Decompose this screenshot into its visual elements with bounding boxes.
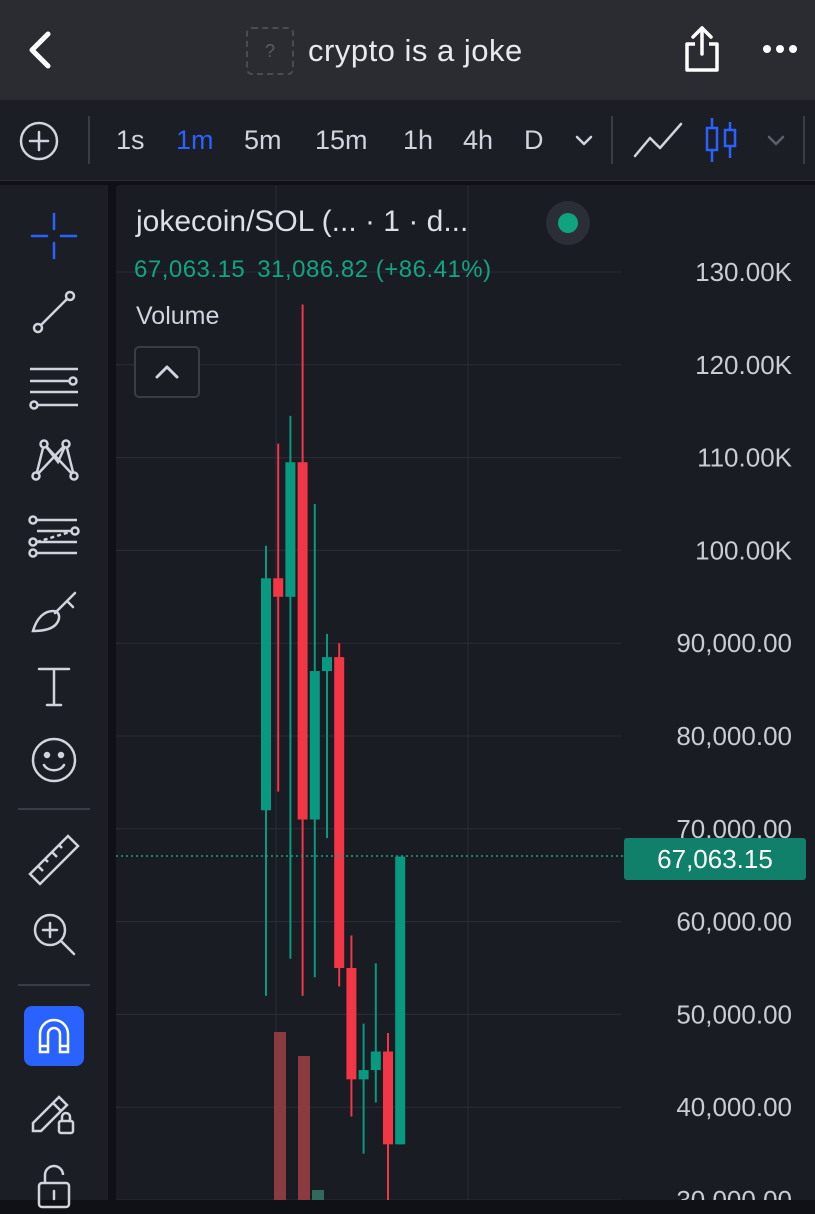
- page-title-group[interactable]: ? crypto is a joke: [246, 26, 523, 76]
- sidebar-divider: [18, 984, 90, 986]
- legend-change: 31,086.82 (+86.41%): [257, 256, 492, 283]
- candle-body: [309, 671, 320, 820]
- price-axis-label: 80,000.00: [676, 721, 792, 751]
- back-arrow-icon[interactable]: [22, 28, 62, 72]
- line-chart-icon[interactable]: [632, 118, 684, 162]
- volume-bar: [298, 1056, 310, 1200]
- price-axis-label: 50,000.00: [676, 999, 792, 1029]
- crosshair-icon[interactable]: [24, 206, 84, 266]
- price-axis-label: 130.00K: [695, 257, 793, 287]
- trend-line-icon[interactable]: [24, 282, 84, 342]
- magnet-icon[interactable]: [24, 1006, 84, 1066]
- price-axis-label: 120.00K: [695, 350, 793, 380]
- price-axis-label: 110.00K: [697, 443, 793, 473]
- candle-body: [273, 578, 284, 597]
- candle-body: [334, 657, 345, 968]
- candle-body: [395, 856, 406, 1145]
- price-axis-label: 90,000.00: [676, 628, 792, 658]
- candle-body: [297, 462, 308, 820]
- zoom-in-icon[interactable]: [24, 904, 84, 964]
- legend-price: 67,063.15: [134, 256, 246, 283]
- chart-pane[interactable]: 130.00K 120.00K 110.00K 100.00K 90,000.00 80,…: [116, 185, 815, 1200]
- price-legend: 67,063.15 31,086.82 (+86.41%): [134, 256, 504, 284]
- volume-indicator-label[interactable]: Volume: [136, 302, 219, 331]
- volume-bar: [274, 1032, 286, 1200]
- interval-15m[interactable]: 15m: [315, 122, 368, 158]
- interval-5m[interactable]: 5m: [244, 122, 282, 158]
- lock-drawings-icon[interactable]: [24, 1080, 84, 1140]
- share-icon[interactable]: [682, 24, 722, 74]
- candle-body: [346, 968, 357, 1080]
- market-status-indicator[interactable]: [546, 201, 590, 245]
- price-axis-label: 40,000.00: [676, 1092, 792, 1122]
- price-axis-label: 100.00K: [695, 535, 793, 565]
- candle-body: [261, 578, 271, 811]
- toolbar-divider: [88, 116, 90, 164]
- placeholder-image-icon: ?: [246, 27, 294, 75]
- volume-bar: [312, 1190, 324, 1200]
- candle-body: [370, 1051, 381, 1071]
- text-icon[interactable]: [24, 656, 84, 716]
- interval-1s[interactable]: 1s: [116, 122, 145, 158]
- pattern-icon[interactable]: [24, 430, 84, 490]
- interval-4h[interactable]: 4h: [463, 122, 493, 158]
- candle-body: [285, 462, 296, 597]
- interval-1m[interactable]: 1m: [176, 122, 214, 158]
- add-indicator-icon[interactable]: [18, 120, 60, 162]
- candle-body: [358, 1070, 369, 1080]
- price-chart[interactable]: 130.00K 120.00K 110.00K 100.00K 90,000.00 80,…: [116, 185, 815, 1200]
- fib-icon[interactable]: [24, 506, 84, 566]
- interval-1h[interactable]: 1h: [403, 122, 433, 158]
- status-dot-icon: [558, 213, 578, 233]
- candle-body: [383, 1051, 393, 1145]
- emoji-icon[interactable]: [24, 730, 84, 790]
- collapse-legend-button[interactable]: [134, 346, 200, 398]
- unlock-icon[interactable]: [24, 1154, 84, 1214]
- chart-type-dropdown-chevron-icon[interactable]: [764, 128, 788, 152]
- current-price-tag: 67,063.15: [624, 838, 806, 880]
- price-axis-label: 30,000.00: [676, 1185, 792, 1200]
- interval-d[interactable]: D: [524, 122, 544, 158]
- candlestick-chart-icon[interactable]: [704, 116, 738, 164]
- horizontal-lines-icon[interactable]: [24, 356, 84, 416]
- toolbar-divider: [803, 116, 805, 164]
- more-icon[interactable]: [760, 34, 800, 64]
- interval-dropdown-chevron-icon[interactable]: [572, 128, 596, 152]
- brush-icon[interactable]: [24, 582, 84, 642]
- price-axis-label: 60,000.00: [676, 907, 792, 937]
- toolbar-divider: [611, 116, 613, 164]
- candle-body: [322, 657, 332, 672]
- ruler-icon[interactable]: [24, 830, 84, 890]
- page-title: crypto is a joke: [308, 33, 523, 68]
- sidebar-divider: [18, 808, 90, 810]
- symbol-legend[interactable]: jokecoin/SOL (... · 1 · d...: [136, 205, 468, 239]
